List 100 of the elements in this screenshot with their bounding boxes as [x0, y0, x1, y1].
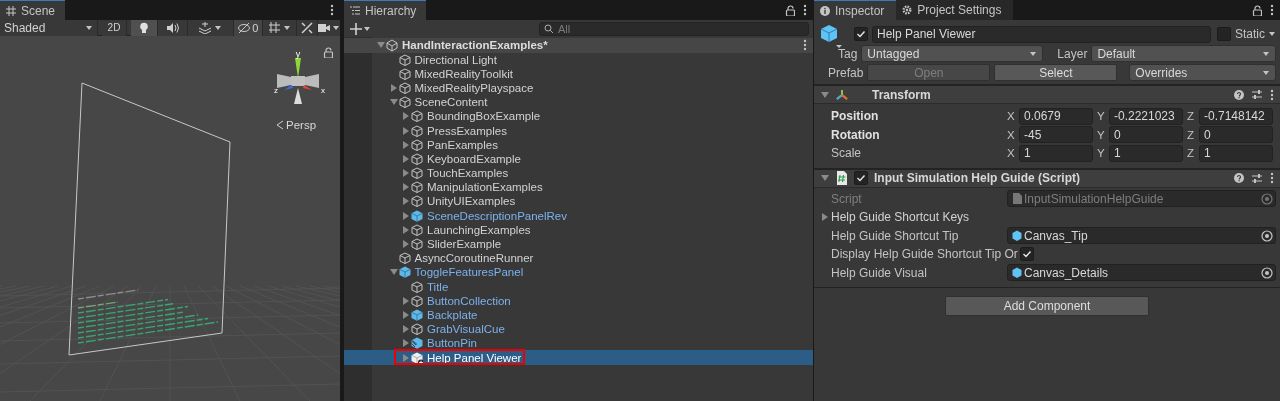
presets-icon[interactable]: [1252, 89, 1262, 100]
expand-arrow-icon[interactable]: [401, 182, 411, 193]
more-menu-icon[interactable]: [1270, 172, 1274, 184]
expand-arrow-icon[interactable]: [401, 309, 411, 320]
name-field[interactable]: Help Panel Viewer: [872, 25, 1211, 43]
overrides-dropdown[interactable]: Overrides: [1129, 64, 1276, 81]
layer-dropdown[interactable]: Default: [1091, 45, 1276, 62]
hierarchy-row[interactable]: ButtonCollection: [344, 293, 813, 308]
hierarchy-row[interactable]: GrabVisualCue: [344, 322, 813, 337]
lock-icon[interactable]: [323, 47, 333, 58]
help-icon[interactable]: [1234, 173, 1244, 183]
prefab-cube-icon: [1012, 267, 1022, 279]
hierarchy-row[interactable]: PressExamples: [344, 123, 813, 138]
hierarchy-row[interactable]: PanExamples: [344, 137, 813, 152]
collapse-arrow-icon[interactable]: [820, 89, 830, 100]
scene-tab[interactable]: Scene: [0, 0, 66, 20]
object-picker-icon[interactable]: [1261, 229, 1273, 242]
lock-icon[interactable]: [1252, 4, 1262, 16]
axis-label: Z: [1187, 147, 1196, 160]
number-field[interactable]: 0: [1199, 126, 1273, 144]
object-field[interactable]: Canvas_Details: [1007, 264, 1276, 282]
expand-arrow-icon[interactable]: [401, 295, 411, 306]
hierarchy-row[interactable]: TouchExamples: [344, 166, 813, 181]
axis-gizmo-drawing[interactable]: y z x: [270, 48, 326, 106]
static-dropdown[interactable]: Static: [1235, 25, 1276, 43]
hierarchy-row[interactable]: Title: [344, 279, 813, 294]
expand-arrow-icon[interactable]: [820, 212, 830, 223]
hierarchy-row[interactable]: Help Panel Viewer: [344, 350, 813, 365]
collapse-arrow-icon[interactable]: [820, 173, 830, 183]
projection-label[interactable]: Persp: [286, 119, 317, 131]
more-menu-icon[interactable]: [330, 4, 334, 16]
number-field[interactable]: -45: [1019, 126, 1093, 144]
prefab-cube-icon: [398, 266, 411, 279]
hierarchy-row[interactable]: BoundingBoxExample: [344, 109, 813, 124]
hierarchy-row[interactable]: ButtonPin: [344, 336, 813, 351]
help-icon[interactable]: [1234, 89, 1244, 100]
component-title: Transform: [872, 87, 931, 102]
hierarchy-row[interactable]: ToggleFeaturesPanel: [344, 265, 813, 280]
prefab-cube-icon: [411, 308, 423, 321]
expand-arrow-icon[interactable]: [401, 338, 411, 349]
add-menu-button[interactable]: [348, 20, 373, 37]
hierarchy-row[interactable]: ManipulationExamples: [344, 180, 813, 195]
hierarchy-row[interactable]: MixedRealityToolkit: [344, 66, 813, 81]
expand-arrow-icon[interactable]: [401, 196, 411, 207]
hierarchy-row[interactable]: SliderExample: [344, 236, 813, 252]
expand-arrow-icon[interactable]: [401, 210, 411, 221]
hierarchy-row[interactable]: Backplate: [344, 307, 813, 323]
expand-arrow-icon[interactable]: [401, 125, 411, 136]
lock-icon[interactable]: [785, 4, 795, 16]
search-field[interactable]: All: [539, 21, 809, 36]
number-field[interactable]: -0.7148142: [1199, 107, 1273, 125]
more-menu-icon[interactable]: [803, 4, 807, 16]
expand-arrow-icon[interactable]: [401, 239, 411, 250]
panel-tab[interactable]: Inspector: [814, 0, 897, 20]
hierarchy-row[interactable]: MixedRealityPlayspace: [344, 80, 813, 96]
cube-icon: [411, 294, 423, 307]
expand-arrow-icon[interactable]: [401, 111, 411, 122]
number-field[interactable]: -0.2221023: [1109, 107, 1183, 125]
hierarchy-row[interactable]: SceneContent: [344, 95, 813, 110]
cube-icon: [398, 53, 411, 66]
add-component-button[interactable]: Add Component: [945, 296, 1149, 316]
expand-arrow-icon[interactable]: [401, 168, 411, 179]
expand-arrow-icon[interactable]: [401, 139, 411, 150]
layers-icon: [198, 21, 213, 34]
hierarchy-row[interactable]: SceneDescriptionPanelRev: [344, 208, 813, 223]
expand-arrow-icon[interactable]: [401, 153, 411, 164]
hierarchy-row[interactable]: LaunchingExamples: [344, 222, 813, 237]
toggle-checkbox[interactable]: [1019, 247, 1034, 262]
more-menu-icon[interactable]: [803, 39, 807, 52]
component-enabled-checkbox[interactable]: [854, 171, 868, 185]
more-menu-icon[interactable]: [1270, 88, 1274, 101]
transform-axes-icon: [836, 88, 848, 101]
cube-icon: [398, 67, 411, 80]
hierarchy-row[interactable]: AsyncCoroutineRunner: [344, 251, 813, 266]
hierarchy-row[interactable]: Directional Light: [344, 52, 813, 67]
object-field[interactable]: Canvas_Tip: [1007, 227, 1276, 245]
static-checkbox[interactable]: [1217, 27, 1231, 41]
property-label[interactable]: Help Guide Shortcut Keys: [831, 210, 970, 225]
object-picker-icon[interactable]: [1261, 266, 1273, 279]
hierarchy-tab[interactable]: Hierarchy: [344, 0, 427, 20]
tag-dropdown[interactable]: Untagged: [861, 45, 1044, 62]
number-field[interactable]: 1: [1109, 144, 1183, 162]
checkmark-icon: [1021, 249, 1032, 260]
more-menu-icon[interactable]: [1270, 4, 1274, 16]
number-field[interactable]: 1: [1199, 144, 1273, 162]
expand-arrow-icon[interactable]: [401, 324, 411, 335]
hierarchy-row[interactable]: UnityUIExamples: [344, 194, 813, 209]
presets-icon[interactable]: [1252, 172, 1262, 184]
number-field[interactable]: 0.0679: [1019, 107, 1093, 125]
active-checkbox[interactable]: [854, 27, 868, 41]
panel-tab[interactable]: Project Settings: [896, 0, 1014, 20]
expand-arrow-icon[interactable]: [401, 224, 411, 235]
tag-label: Tag: [838, 46, 858, 61]
prefab-button[interactable]: Select: [994, 64, 1118, 81]
prefab-label: Prefab: [828, 65, 864, 80]
expand-arrow-icon[interactable]: [388, 82, 399, 93]
hierarchy-row[interactable]: KeyboardExample: [344, 151, 813, 166]
number-field[interactable]: 1: [1019, 144, 1093, 162]
number-field[interactable]: 0: [1109, 126, 1183, 144]
prefab-cube-icon[interactable]: [820, 24, 844, 49]
